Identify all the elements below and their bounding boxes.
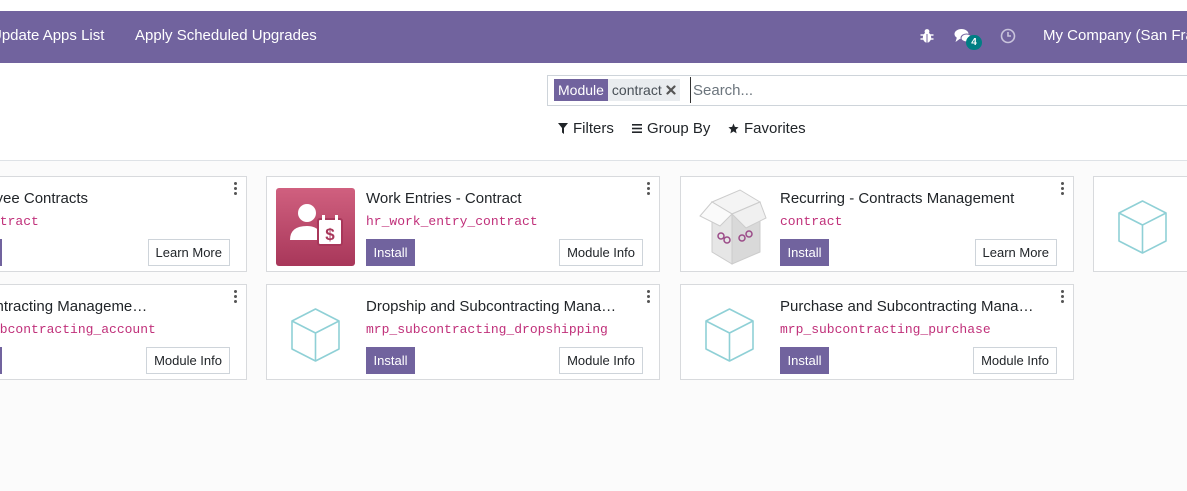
module-kanban: Employee Contracts hr_contract Install L… [0, 161, 1187, 491]
module-card[interactable]: $ Work Entries - Contract hr_work_entry_… [266, 176, 660, 272]
bug-icon[interactable] [920, 28, 934, 44]
update-apps-list-link[interactable]: Update Apps List [0, 11, 104, 63]
filters-label: Filters [573, 120, 614, 137]
facet-value: contract [611, 82, 662, 98]
install-button[interactable]: Install [780, 347, 829, 374]
module-info-button[interactable]: Module Info [973, 347, 1057, 374]
favorites-label: Favorites [744, 120, 806, 137]
card-menu-icon[interactable] [645, 289, 651, 303]
install-button[interactable]: Install [366, 239, 415, 266]
group-by-label: Group By [647, 120, 711, 137]
module-card[interactable]: Subcontracting Management with Stock Val… [0, 284, 247, 380]
module-title: Employee Contracts [0, 190, 89, 207]
module-title: Subcontracting Management with Stock Val… [0, 298, 148, 315]
module-info-button[interactable]: Module Info [146, 347, 230, 374]
module-info-button[interactable]: Module Info [559, 239, 643, 266]
svg-text:$: $ [325, 225, 335, 244]
work-entries-icon: $ [276, 188, 355, 266]
install-button[interactable]: Install [0, 347, 2, 374]
module-technical-name: mrp_subcontracting_dropshipping [366, 322, 608, 337]
module-info-button[interactable]: Module Info [559, 347, 643, 374]
install-button[interactable]: Install [780, 239, 829, 266]
remove-facet-icon[interactable] [666, 85, 676, 95]
module-technical-name: mrp_subcontracting_account [0, 322, 156, 337]
module-card[interactable] [1093, 176, 1187, 272]
install-button[interactable]: Install [0, 239, 2, 266]
cube-icon [1118, 200, 1167, 254]
card-menu-icon[interactable] [1059, 289, 1065, 303]
top-navbar: Update Apps List Apply Scheduled Upgrade… [0, 11, 1187, 63]
search-facet: Module contract [554, 79, 680, 101]
card-menu-icon[interactable] [232, 181, 238, 195]
module-card[interactable]: Employee Contracts hr_contract Install L… [0, 176, 247, 272]
module-technical-name: hr_contract [0, 214, 39, 229]
card-menu-icon[interactable] [232, 289, 238, 303]
oca-box-icon [699, 189, 767, 265]
card-menu-icon[interactable] [645, 181, 651, 195]
filters-toggle[interactable]: Filters [558, 120, 614, 137]
clock-icon[interactable] [1000, 28, 1016, 44]
apply-scheduled-upgrades-link[interactable]: Apply Scheduled Upgrades [135, 11, 317, 63]
module-title: Recurring - Contracts Management [780, 190, 1015, 207]
module-title: Work Entries - Contract [366, 190, 522, 207]
facet-label: Module [554, 79, 608, 101]
module-technical-name: mrp_subcontracting_purchase [780, 322, 991, 337]
messages-count-badge: 4 [966, 35, 982, 50]
module-card[interactable]: Dropship and Subcontracting Management m… [266, 284, 660, 380]
module-card[interactable]: Recurring - Contracts Management contrac… [680, 176, 1074, 272]
card-menu-icon[interactable] [1059, 181, 1065, 195]
install-button[interactable]: Install [366, 347, 415, 374]
learn-more-button[interactable]: Learn More [974, 239, 1057, 266]
company-switcher[interactable]: My Company (San Francisco) [1043, 11, 1187, 63]
star-icon [728, 123, 739, 134]
cube-icon [291, 308, 340, 362]
learn-more-button[interactable]: Learn More [147, 239, 230, 266]
search-box[interactable]: Module contract [547, 75, 1187, 106]
module-title: Dropship and Subcontracting Management [366, 298, 624, 315]
module-card[interactable]: Purchase and Subcontracting Management m… [680, 284, 1074, 380]
list-icon [632, 124, 642, 133]
favorites-toggle[interactable]: Favorites [728, 120, 806, 137]
module-technical-name: hr_work_entry_contract [366, 214, 538, 229]
module-title: Purchase and Subcontracting Management [780, 298, 1038, 315]
cube-icon [705, 308, 754, 362]
group-by-toggle[interactable]: Group By [632, 120, 710, 137]
filter-icon [558, 123, 568, 134]
control-panel: Module contract Filters Group By Favorit… [0, 63, 1187, 161]
search-input[interactable] [690, 77, 1095, 103]
module-technical-name: contract [780, 214, 843, 229]
